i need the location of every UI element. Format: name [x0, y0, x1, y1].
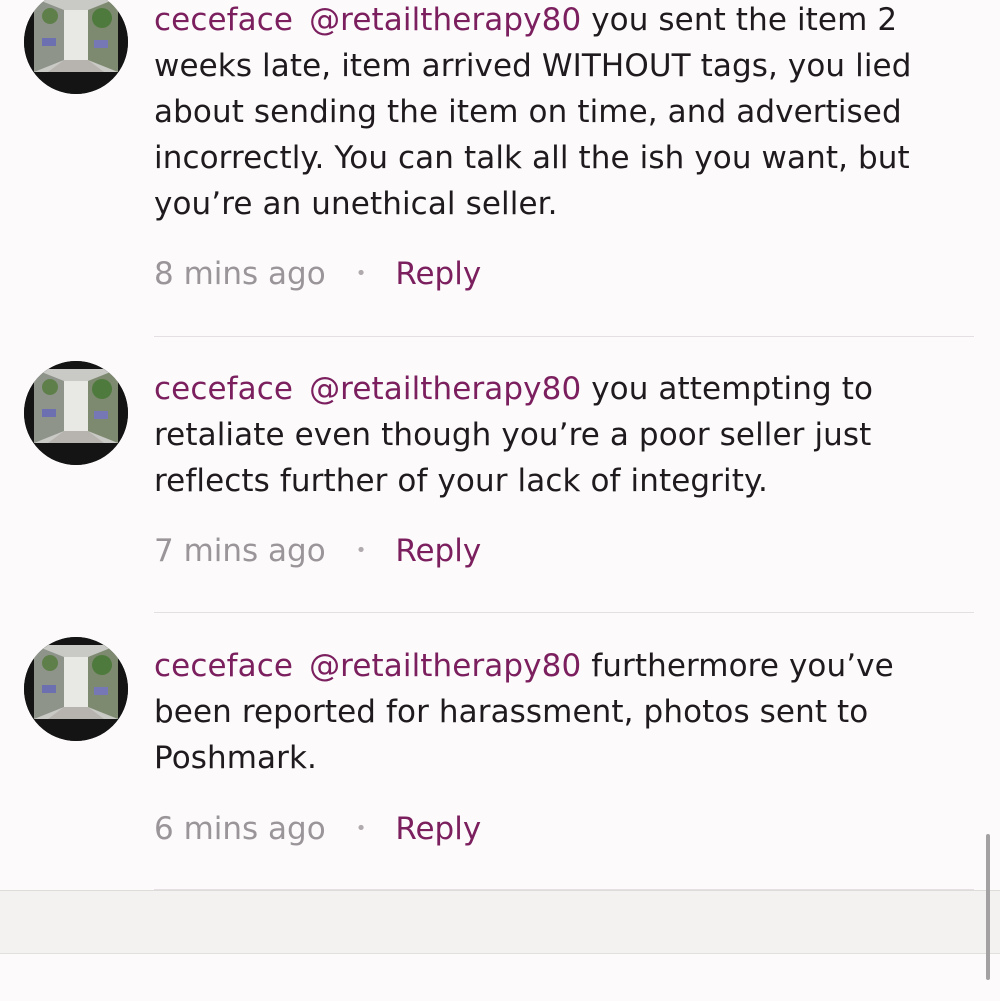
reply-button[interactable]: Reply: [395, 528, 481, 574]
comment-timestamp: 7 mins ago: [154, 533, 326, 569]
comment-timestamp: 8 mins ago: [154, 256, 326, 292]
comment-divider: [154, 336, 974, 337]
comment-text: ceceface @retailtherapy80 you attempting …: [154, 366, 974, 504]
comment-meta: 8 mins ago • Reply: [154, 251, 481, 297]
avatar-street-photo-icon: [24, 0, 128, 94]
bottom-bar: [0, 953, 1000, 1001]
comment-text: ceceface @retailtherapy80 you sent the it…: [154, 0, 974, 227]
reply-button[interactable]: Reply: [395, 251, 481, 297]
meta-separator: •: [355, 818, 367, 839]
comment-feed: ceceface @retailtherapy80 you sent the it…: [0, 0, 1000, 890]
comment-mention[interactable]: @retailtherapy80: [309, 371, 581, 407]
comment-timestamp: 6 mins ago: [154, 811, 326, 847]
avatar-street-photo-icon: [24, 637, 128, 741]
comment-text: ceceface @retailtherapy80 furthermore you…: [154, 643, 974, 781]
comment-input-bar[interactable]: [0, 890, 1000, 953]
comment-meta: 6 mins ago • Reply: [154, 806, 481, 852]
comment-meta: 7 mins ago • Reply: [154, 528, 481, 574]
comment-username[interactable]: ceceface: [154, 371, 293, 407]
avatar-street-photo-icon: [24, 361, 128, 465]
comment-username[interactable]: ceceface: [154, 2, 293, 38]
comment-mention[interactable]: @retailtherapy80: [309, 2, 581, 38]
reply-button[interactable]: Reply: [395, 806, 481, 852]
comment-mention[interactable]: @retailtherapy80: [309, 648, 581, 684]
comment-divider: [154, 612, 974, 613]
comment-username[interactable]: ceceface: [154, 648, 293, 684]
avatar[interactable]: [24, 0, 128, 94]
avatar[interactable]: [24, 637, 128, 741]
meta-separator: •: [355, 540, 367, 561]
scrollbar[interactable]: [986, 834, 990, 980]
avatar[interactable]: [24, 361, 128, 465]
meta-separator: •: [355, 263, 367, 284]
